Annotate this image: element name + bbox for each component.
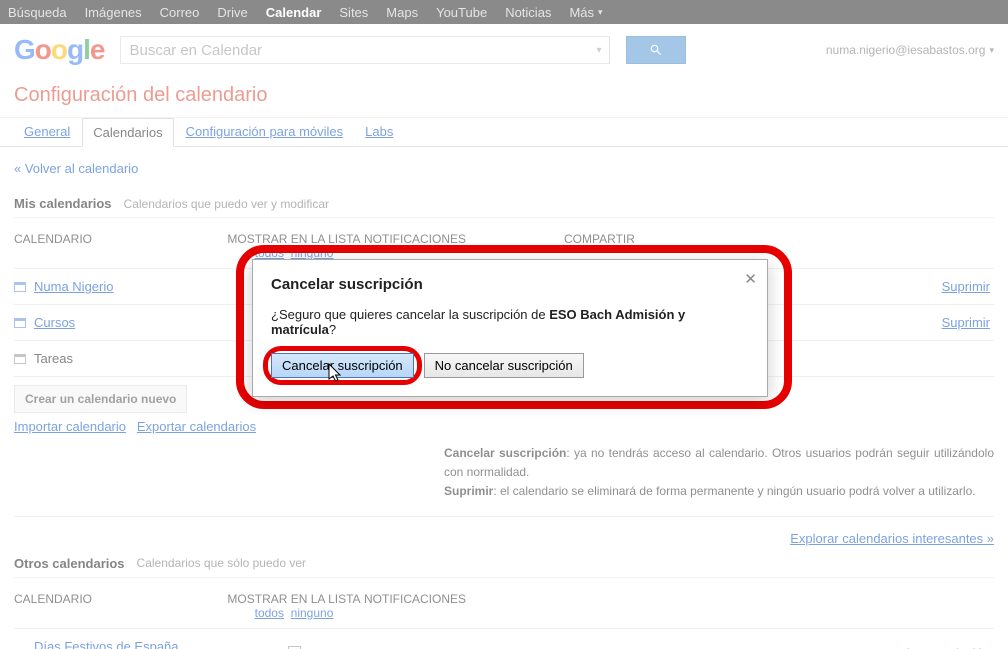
header: Google Buscar en Calendar ▾ numa.nigerio… (0, 24, 1008, 80)
tab-labs[interactable]: Labs (355, 118, 403, 146)
delete-link[interactable]: Suprimir (942, 279, 990, 294)
calendar-name-link[interactable]: Días Festivos de España (34, 639, 179, 649)
tab-general[interactable]: General (14, 118, 80, 146)
calendar-icon (14, 318, 26, 328)
cancel-unsubscribe-button[interactable]: No cancelar suscripción (424, 353, 584, 378)
export-calendars-link[interactable]: Exportar calendarios (137, 419, 256, 434)
dialog-msg-pre: ¿Seguro que quieres cancelar la suscripc… (271, 307, 549, 322)
column-headers-other: CALENDARIO MOSTRAR EN LA LISTA todos nin… (14, 578, 994, 628)
unsubscribe-dialog: ✕ Cancelar suscripción ¿Seguro que quier… (252, 259, 768, 397)
col-calendar: CALENDARIO (14, 592, 224, 606)
search-button[interactable] (626, 36, 686, 64)
calendar-name-link[interactable]: Cursos (34, 315, 75, 330)
show-none-link[interactable]: ninguno (291, 606, 334, 620)
close-icon[interactable]: ✕ (744, 270, 757, 288)
note-delete-label: Suprimir (444, 484, 493, 498)
col-calendar: CALENDARIO (14, 232, 224, 246)
show-all-link[interactable]: todos (255, 246, 284, 260)
import-calendar-link[interactable]: Importar calendario (14, 419, 126, 434)
col-notifications: NOTIFICACIONES (364, 592, 564, 606)
gbar-item[interactable]: Imágenes (85, 5, 142, 20)
col-show: MOSTRAR EN LA LISTA (224, 232, 364, 246)
delete-link[interactable]: Suprimir (942, 315, 990, 330)
other-calendars-header: Otros calendarios Calendarios que sólo p… (14, 550, 994, 578)
create-calendar-button[interactable]: Crear un calendario nuevo (14, 385, 187, 413)
col-show: MOSTRAR EN LA LISTA (224, 592, 364, 606)
gbar-item[interactable]: Correo (160, 5, 200, 20)
user-menu[interactable]: numa.nigerio@iesabastos.org ▾ (826, 43, 994, 57)
gbar-item[interactable]: Búsqueda (8, 5, 67, 20)
gbar-item-active[interactable]: Calendar (266, 5, 322, 20)
search-icon (649, 43, 663, 57)
gbar-item[interactable]: YouTube (436, 5, 487, 20)
page-title: Configuración del calendario (0, 80, 1008, 118)
note-cancel-label: Cancelar suscripción (444, 446, 566, 460)
gbar-item[interactable]: Maps (386, 5, 418, 20)
my-calendars-title: Mis calendarios (14, 196, 112, 211)
show-all-link[interactable]: todos (255, 606, 284, 620)
explore-calendars-link[interactable]: Explorar calendarios interesantes » (790, 531, 994, 546)
calendar-icon (14, 282, 26, 292)
dialog-title: Cancelar suscripción (271, 276, 749, 293)
chevron-down-icon[interactable]: ▾ (596, 45, 601, 56)
other-calendars-subtitle: Calendarios que sólo puedo ver (137, 556, 306, 570)
user-email: numa.nigerio@iesabastos.org (826, 43, 986, 57)
dialog-buttons: Cancelar suscripción No cancelar suscrip… (271, 353, 749, 378)
search-placeholder: Buscar en Calendar (129, 42, 262, 59)
google-bar[interactable]: Búsqueda Imágenes Correo Drive Calendar … (0, 0, 1008, 24)
calendar-name-link[interactable]: Numa Nigerio (34, 279, 113, 294)
col-notifications: NOTIFICACIONES (364, 232, 564, 246)
show-none-link[interactable]: ninguno (291, 246, 334, 260)
dialog-msg-post: ? (329, 322, 336, 337)
confirm-unsubscribe-button[interactable]: Cancelar suscripción (271, 353, 414, 378)
tab-calendars[interactable]: Calendarios (82, 118, 173, 147)
col-share: COMPARTIR (564, 232, 774, 246)
calendar-icon (14, 354, 26, 364)
table-row: Días Festivos de España Días Festivos de… (14, 628, 994, 649)
highlight-ring-button: Cancelar suscripción (263, 346, 422, 385)
gbar-item[interactable]: Sites (339, 5, 368, 20)
gbar-item[interactable]: Noticias (505, 5, 551, 20)
gbar-item-more[interactable]: Más (569, 5, 594, 20)
dialog-message: ¿Seguro que quieres cancelar la suscripc… (271, 307, 749, 337)
my-calendars-header: Mis calendarios Calendarios que puedo ve… (14, 190, 994, 218)
other-calendars-table: Días Festivos de España Días Festivos de… (14, 628, 994, 649)
chevron-down-icon: ▾ (989, 45, 994, 56)
tab-mobile[interactable]: Configuración para móviles (176, 118, 354, 146)
my-calendars-subtitle: Calendarios que puedo ver y modificar (124, 197, 329, 211)
back-link[interactable]: « Volver al calendario (14, 157, 138, 190)
other-calendars-title: Otros calendarios (14, 556, 125, 571)
settings-tabs: General Calendarios Configuración para m… (0, 118, 1008, 147)
notes: Cancelar suscripción: ya no tendrás acce… (14, 444, 994, 502)
gbar-item[interactable]: Drive (217, 5, 247, 20)
note-delete-text: : el calendario se eliminará de forma pe… (493, 484, 975, 498)
search-wrap: Buscar en Calendar ▾ (120, 36, 686, 64)
content: « Volver al calendario Mis calendarios C… (0, 147, 1008, 649)
calendar-name: Tareas (34, 351, 73, 366)
search-input[interactable]: Buscar en Calendar ▾ (120, 36, 610, 64)
google-logo[interactable]: Google (14, 34, 104, 66)
chevron-down-icon: ▾ (598, 7, 603, 18)
show-checkbox[interactable] (288, 646, 301, 649)
